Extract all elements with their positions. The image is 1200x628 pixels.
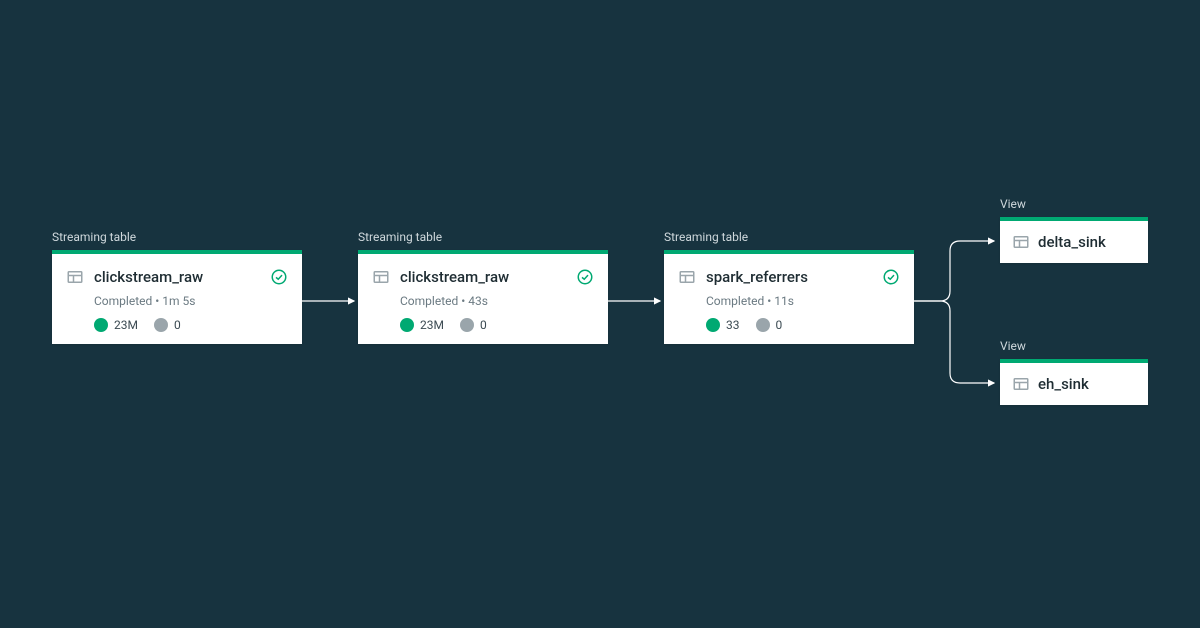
- metric-value: 33: [726, 318, 740, 332]
- dot-green-icon: [400, 318, 414, 332]
- dot-green-icon: [94, 318, 108, 332]
- table-icon: [66, 268, 84, 286]
- node-metrics: 23M 0: [400, 318, 594, 332]
- node-title: clickstream_raw: [94, 268, 260, 286]
- pipeline-node[interactable]: Streaming table spark_referrers: [664, 230, 914, 344]
- pipeline-node[interactable]: Streaming table clickstream_raw: [358, 230, 608, 344]
- node-card: eh_sink: [1000, 359, 1148, 405]
- pipeline-node[interactable]: View delta_sink: [1000, 197, 1148, 263]
- node-status-text: Completed • 43s: [400, 294, 594, 308]
- node-type-label: Streaming table: [664, 230, 914, 244]
- metric-value: 23M: [420, 318, 444, 332]
- check-circle-icon: [882, 268, 900, 286]
- node-title-row: eh_sink: [1012, 375, 1136, 393]
- table-icon: [372, 268, 390, 286]
- table-icon: [678, 268, 696, 286]
- metric-secondary: 0: [756, 318, 783, 332]
- table-icon: [1012, 375, 1030, 393]
- pipeline-node[interactable]: Streaming table clickstream_raw: [52, 230, 302, 344]
- metric-value: 0: [174, 318, 181, 332]
- node-title-row: delta_sink: [1012, 233, 1136, 251]
- metric-processed: 23M: [400, 318, 444, 332]
- node-title-row: clickstream_raw: [66, 268, 288, 286]
- node-title-row: spark_referrers: [678, 268, 900, 286]
- metric-processed: 33: [706, 318, 740, 332]
- check-circle-icon: [270, 268, 288, 286]
- node-metrics: 33 0: [706, 318, 900, 332]
- node-title-row: clickstream_raw: [372, 268, 594, 286]
- node-card: clickstream_raw Completed • 43s 23M 0: [358, 250, 608, 344]
- pipeline-node[interactable]: View eh_sink: [1000, 339, 1148, 405]
- metric-value: 0: [480, 318, 487, 332]
- dot-green-icon: [706, 318, 720, 332]
- dot-gray-icon: [154, 318, 168, 332]
- node-card: clickstream_raw Completed • 1m 5s 23M 0: [52, 250, 302, 344]
- node-type-label: Streaming table: [52, 230, 302, 244]
- table-icon: [1012, 233, 1030, 251]
- node-type-label: View: [1000, 339, 1148, 353]
- dot-gray-icon: [460, 318, 474, 332]
- node-title: eh_sink: [1038, 375, 1136, 393]
- node-card: spark_referrers Completed • 11s 33 0: [664, 250, 914, 344]
- dot-gray-icon: [756, 318, 770, 332]
- metric-secondary: 0: [154, 318, 181, 332]
- metric-processed: 23M: [94, 318, 138, 332]
- node-metrics: 23M 0: [94, 318, 288, 332]
- node-status-text: Completed • 11s: [706, 294, 900, 308]
- check-circle-icon: [576, 268, 594, 286]
- node-title: delta_sink: [1038, 233, 1136, 251]
- node-title: clickstream_raw: [400, 268, 566, 286]
- node-type-label: View: [1000, 197, 1148, 211]
- node-type-label: Streaming table: [358, 230, 608, 244]
- pipeline-canvas: Streaming table clickstream_raw: [0, 0, 1200, 628]
- node-title: spark_referrers: [706, 268, 872, 286]
- node-card: delta_sink: [1000, 217, 1148, 263]
- metric-value: 23M: [114, 318, 138, 332]
- metric-secondary: 0: [460, 318, 487, 332]
- node-status-text: Completed • 1m 5s: [94, 294, 288, 308]
- metric-value: 0: [776, 318, 783, 332]
